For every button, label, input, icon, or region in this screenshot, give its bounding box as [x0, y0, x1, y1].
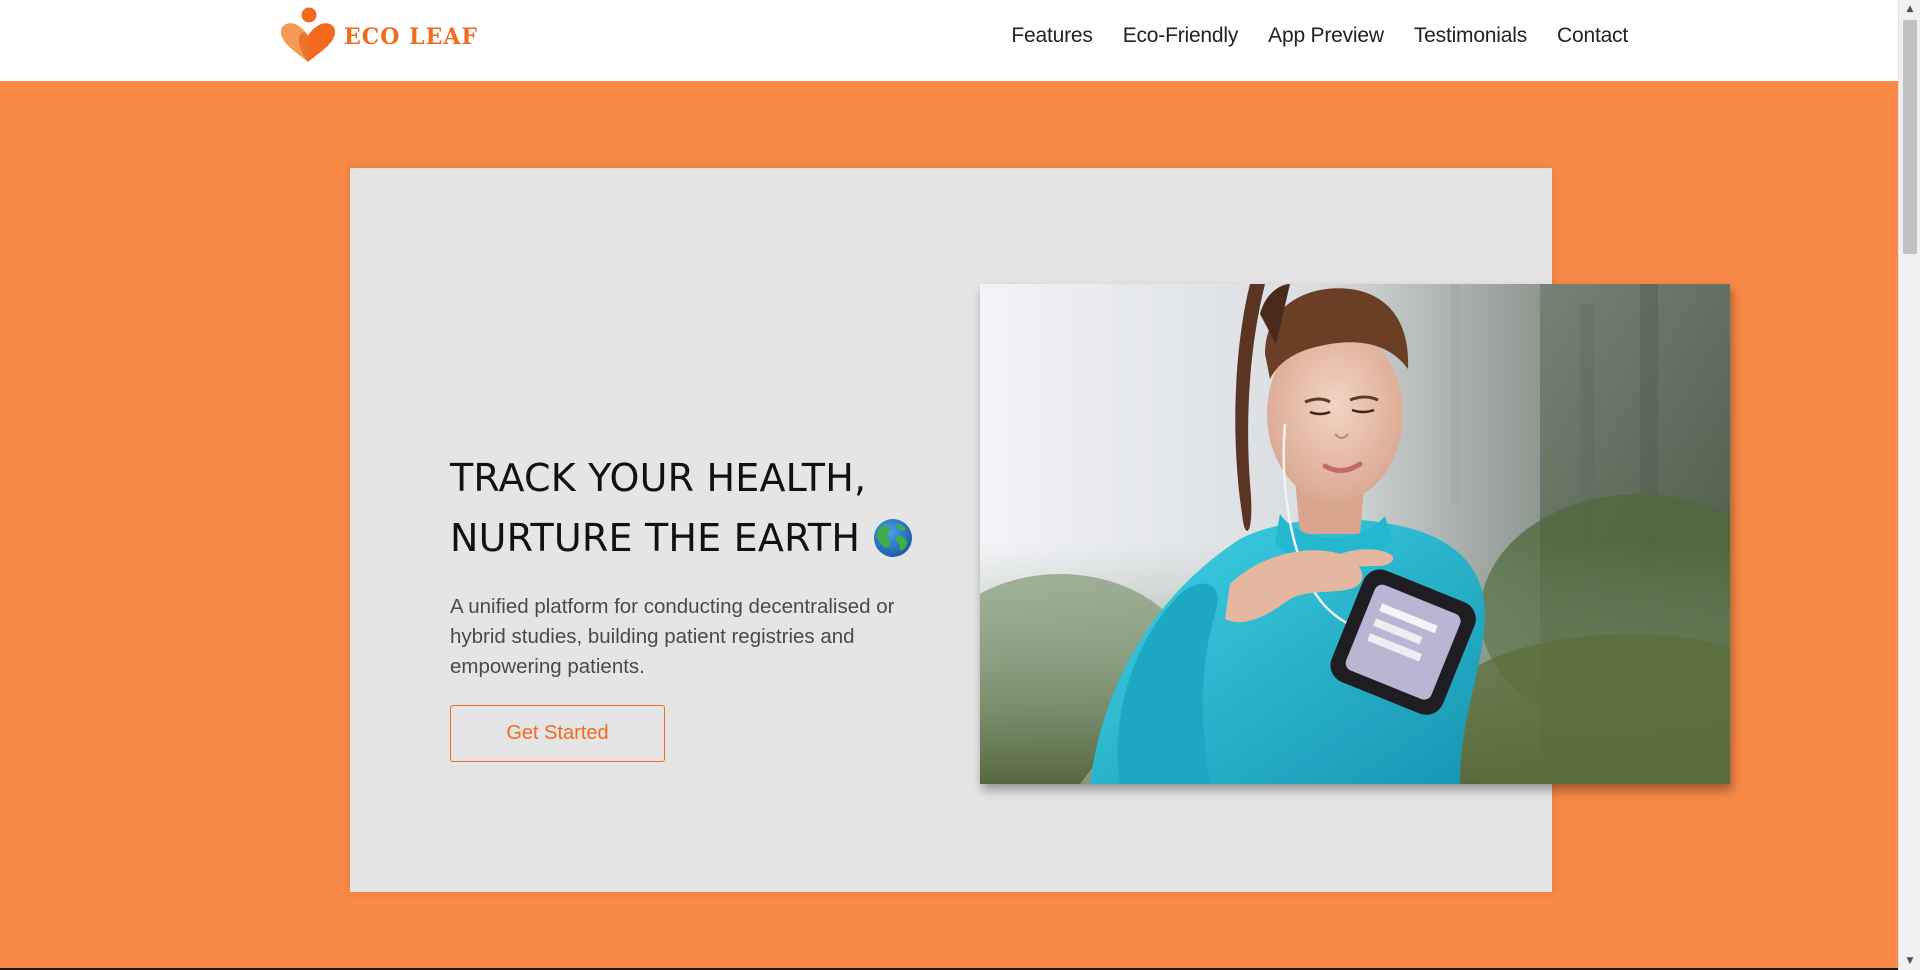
top-navbar: ECO LEAF Features Eco-Friendly App Previ…: [0, 0, 1898, 81]
nav-eco-friendly[interactable]: Eco-Friendly: [1123, 24, 1239, 48]
hero-title-line-2: NURTURE THE EARTH: [450, 516, 861, 560]
main-nav: Features Eco-Friendly App Preview Testim…: [1011, 24, 1628, 48]
nav-features[interactable]: Features: [1011, 24, 1092, 48]
hero-title-line-1: TRACK YOUR HEALTH,: [450, 456, 867, 500]
nav-contact[interactable]: Contact: [1557, 24, 1628, 48]
nav-app-preview[interactable]: App Preview: [1268, 24, 1384, 48]
hero-description: A unified platform for conducting decent…: [450, 595, 895, 678]
brand-name: ECO LEAF: [344, 24, 479, 50]
hero-image: [980, 284, 1730, 784]
scroll-up-arrow-icon[interactable]: ▲: [1899, 0, 1920, 18]
brand-link[interactable]: ECO LEAF: [278, 6, 478, 64]
hero-title: TRACK YOUR HEALTH, NURTURE THE EARTH: [450, 448, 914, 568]
page: ECO LEAF Features Eco-Friendly App Previ…: [0, 0, 1920, 970]
scroll-down-arrow-icon[interactable]: ▼: [1899, 952, 1920, 970]
get-started-button[interactable]: Get Started: [450, 705, 665, 762]
globe-icon: [872, 516, 914, 558]
heart-leaf-logo-icon: [278, 6, 338, 64]
hero-title-line-2-wrap: NURTURE THE EARTH: [450, 508, 914, 568]
scrollbar-thumb[interactable]: [1903, 20, 1917, 254]
nav-testimonials[interactable]: Testimonials: [1414, 24, 1527, 48]
page-scrollbar[interactable]: ▲ ▼: [1898, 0, 1920, 970]
